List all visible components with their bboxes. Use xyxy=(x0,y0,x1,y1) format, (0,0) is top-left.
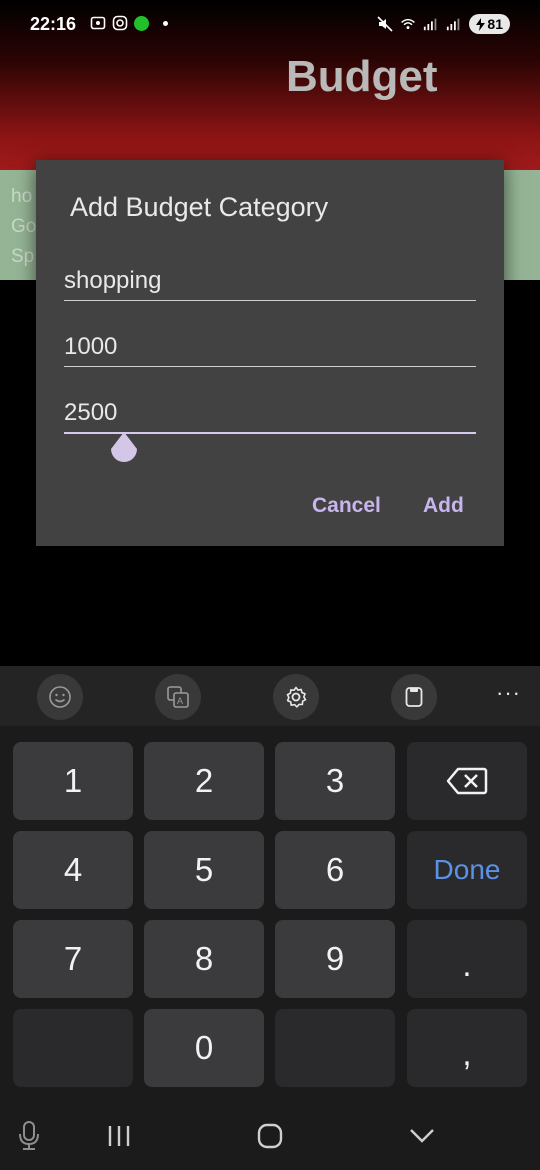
add-category-dialog: Add Budget Category shopping 1000 2500 C… xyxy=(36,160,504,546)
key-2[interactable]: 2 xyxy=(144,742,264,820)
mute-icon xyxy=(377,16,393,32)
key-9[interactable]: 9 xyxy=(275,920,395,998)
key-7[interactable]: 7 xyxy=(13,920,133,998)
dialog-title: Add Budget Category xyxy=(70,192,329,222)
cancel-button[interactable]: Cancel xyxy=(312,494,381,518)
wifi-icon xyxy=(400,16,416,32)
battery-indicator: 81 xyxy=(469,14,510,34)
add-button[interactable]: Add xyxy=(423,494,464,518)
navigation-bar xyxy=(0,1102,540,1170)
list-item[interactable]: Go xyxy=(11,216,36,238)
app-header: 22:16 81 Budget xyxy=(0,0,540,170)
active-call-icon xyxy=(134,15,149,31)
notification-dot-icon xyxy=(163,20,168,26)
battery-level: 81 xyxy=(487,16,503,32)
home-icon[interactable] xyxy=(257,1123,283,1149)
comma-key[interactable]: , xyxy=(407,1009,527,1087)
backspace-icon xyxy=(446,767,488,795)
backspace-key[interactable] xyxy=(407,742,527,820)
microphone-icon[interactable] xyxy=(16,1120,42,1152)
key-8[interactable]: 8 xyxy=(144,920,264,998)
settings-icon[interactable] xyxy=(273,674,319,720)
status-icons-right: 81 xyxy=(377,14,510,34)
keyboard-toolbar: A ··· xyxy=(0,666,540,726)
key-4[interactable]: 4 xyxy=(13,831,133,909)
amount-field[interactable]: 1000 xyxy=(64,330,476,367)
period-key[interactable]: . xyxy=(407,920,527,998)
key-6[interactable]: 6 xyxy=(275,831,395,909)
instagram-icon xyxy=(112,15,128,31)
numeric-keyboard: A ··· 1 2 3 4 5 6 Done 7 8 9 . 0 , xyxy=(0,666,540,1170)
signal-icon-2 xyxy=(446,16,462,32)
status-bar: 22:16 81 xyxy=(0,0,540,52)
more-options-button[interactable]: ··· xyxy=(496,680,521,706)
key-1[interactable]: 1 xyxy=(13,742,133,820)
emoji-icon[interactable] xyxy=(37,674,83,720)
blank-key xyxy=(275,1009,395,1087)
blank-key xyxy=(13,1009,133,1087)
screenshot-icon xyxy=(90,15,106,31)
hide-keyboard-icon[interactable] xyxy=(408,1127,436,1145)
list-item[interactable]: ho xyxy=(11,186,32,208)
key-0[interactable]: 0 xyxy=(144,1009,264,1087)
clipboard-icon[interactable] xyxy=(391,674,437,720)
signal-icon xyxy=(423,16,439,32)
translate-icon[interactable]: A xyxy=(155,674,201,720)
key-3[interactable]: 3 xyxy=(275,742,395,820)
limit-field[interactable]: 2500 xyxy=(64,396,476,434)
text-cursor-handle[interactable] xyxy=(110,432,138,466)
app-title: Budget xyxy=(286,52,438,101)
key-5[interactable]: 5 xyxy=(144,831,264,909)
list-item[interactable]: Sp xyxy=(11,246,34,268)
status-time: 22:16 xyxy=(30,14,77,34)
recent-apps-icon[interactable] xyxy=(106,1124,132,1148)
category-name-field[interactable]: shopping xyxy=(64,264,476,301)
status-icons-left xyxy=(90,15,168,31)
svg-text:A: A xyxy=(177,696,183,706)
charging-icon xyxy=(476,17,486,31)
done-key[interactable]: Done xyxy=(407,831,527,909)
